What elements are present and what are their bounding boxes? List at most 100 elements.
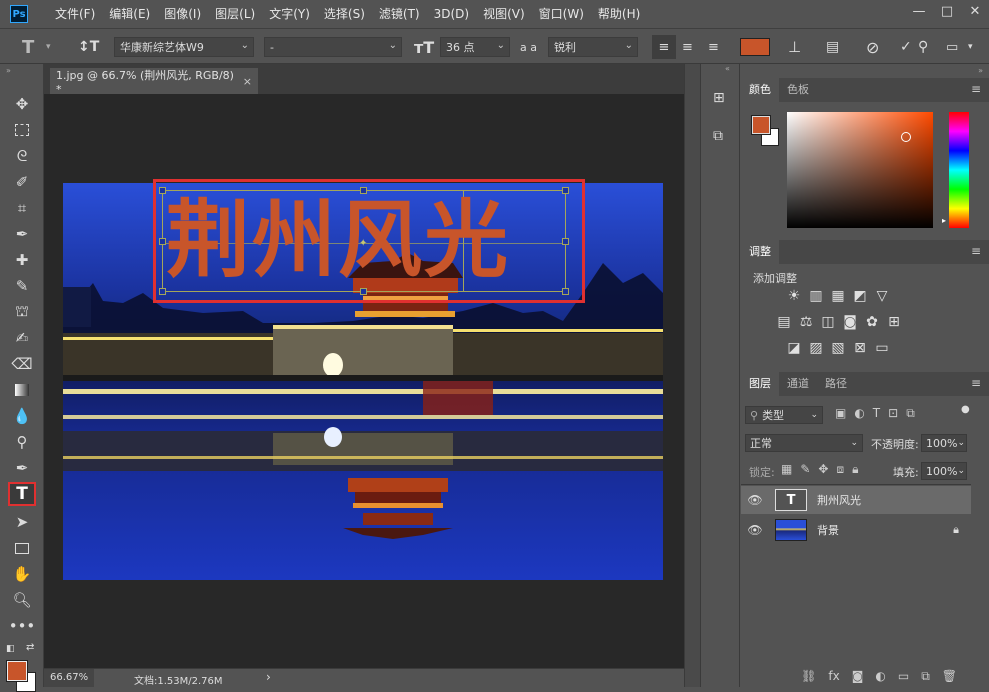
commit-edit-icon[interactable]: ✓ [900, 37, 912, 57]
menu-file[interactable]: 文件(F) [48, 0, 102, 28]
threshold-icon[interactable]: ▧ [827, 340, 849, 356]
align-left-icon[interactable]: ≡ [652, 35, 676, 59]
history-brush-tool-icon[interactable]: ✍ [8, 326, 36, 350]
new-group-icon[interactable]: ▭ [898, 669, 909, 683]
new-layer-icon[interactable]: ⧉ [921, 669, 930, 684]
layer-style-icon[interactable]: fx [828, 669, 839, 683]
blend-mode-select[interactable]: 正常 ⌄ [745, 434, 863, 452]
levels-icon[interactable]: ▥ [805, 288, 827, 304]
healing-brush-tool-icon[interactable]: ✚ [8, 248, 36, 272]
align-center-icon[interactable]: ≡ [682, 37, 693, 57]
layer-row-text[interactable]: 👁︎ T 荆州风光 [741, 486, 971, 514]
swap-colors-icon[interactable]: ⇄ [26, 642, 34, 653]
stamp-tool-icon[interactable]: ⛫ [8, 300, 36, 324]
collapse-panels-icon[interactable]: » [978, 66, 983, 75]
photo-filter-icon[interactable]: ◙ [839, 314, 861, 330]
link-layers-icon[interactable]: ⛓ [801, 669, 816, 683]
blur-tool-icon[interactable]: 💧 [8, 404, 36, 428]
menu-filter[interactable]: 滤镜(T) [372, 0, 427, 28]
collapse-strip-icon[interactable]: « [725, 64, 730, 73]
zoom-field[interactable]: 66.67% [44, 669, 94, 687]
eyedropper-tool-icon[interactable]: ✒ [8, 222, 36, 246]
cancel-edit-icon[interactable]: ⊘ [866, 37, 879, 57]
menu-select[interactable]: 选择(S) [317, 0, 372, 28]
document-info[interactable]: 文档:1.53M/2.76M [134, 672, 223, 687]
3d-panel-icon[interactable]: ⧉ [713, 128, 723, 144]
search-icon[interactable]: ⚲ [918, 37, 928, 57]
status-menu-icon[interactable]: › [266, 670, 271, 684]
menu-type[interactable]: 文字(Y) [262, 0, 317, 28]
layer-name[interactable]: 荆州风光 [817, 492, 861, 508]
canvas-scrollbar[interactable] [684, 64, 700, 687]
brush-tool-icon[interactable]: ✎ [8, 274, 36, 298]
align-right-icon[interactable]: ≡ [708, 37, 719, 57]
hue-slider-thumb[interactable]: ▸ [942, 216, 946, 225]
menu-3d[interactable]: 3D(D) [427, 0, 476, 28]
tab-swatches[interactable]: 色板 [779, 78, 817, 102]
menu-edit[interactable]: 编辑(E) [102, 0, 157, 28]
collapse-toolbox-icon[interactable]: » [6, 66, 11, 75]
add-mask-icon[interactable]: ◙ [852, 669, 864, 683]
panel-menu-icon[interactable]: ≡ [971, 244, 981, 258]
font-size-select[interactable]: 36 点 ⌄ [440, 37, 510, 57]
close-window-button[interactable]: ✕ [961, 0, 989, 22]
crop-tool-icon[interactable]: ⌗ [8, 196, 36, 220]
foreground-color-swatch[interactable] [6, 660, 28, 682]
color-field[interactable] [787, 112, 933, 228]
color-lookup-icon[interactable]: ⊞ [883, 314, 905, 330]
workspace-icon[interactable]: ▭ [946, 37, 958, 57]
document-tab[interactable]: 1.jpg @ 66.7% (荆州风光, RGB/8) * × [50, 68, 258, 96]
panel-menu-icon[interactable]: ≡ [971, 376, 981, 390]
layer-name[interactable]: 背景 [817, 522, 839, 538]
gradient-tool-icon[interactable] [8, 378, 36, 402]
menu-layer[interactable]: 图层(L) [208, 0, 262, 28]
panel-menu-icon[interactable]: ≡ [971, 82, 981, 96]
fill-field[interactable]: 100% ⌄ [921, 462, 967, 480]
quick-select-tool-icon[interactable]: ✐ [8, 170, 36, 194]
text-color-swatch[interactable] [740, 38, 770, 56]
brightness-icon[interactable]: ☀ [783, 288, 805, 304]
menu-image[interactable]: 图像(I) [157, 0, 208, 28]
hue-saturation-icon[interactable]: ▤ [773, 314, 795, 330]
tool-preset-type-icon[interactable]: T [22, 37, 34, 58]
preset-chevron-icon[interactable]: ▾ [46, 37, 51, 57]
dodge-tool-icon[interactable]: ⚲ [8, 430, 36, 454]
default-colors-icon[interactable]: ◧ [6, 644, 15, 654]
invert-icon[interactable]: ◪ [783, 340, 805, 356]
posterize-icon[interactable]: ▨ [805, 340, 827, 356]
move-tool-icon[interactable]: ✥ [8, 92, 36, 116]
workspace-chevron-icon[interactable]: ▾ [968, 37, 973, 57]
eraser-tool-icon[interactable]: ⌫ [8, 352, 36, 376]
warp-text-icon[interactable]: ⊥ [788, 37, 801, 57]
layer-filter-icons[interactable]: ▣◐T⊡⧉ [835, 406, 923, 421]
hand-tool-icon[interactable]: ✋ [8, 562, 36, 586]
layer-filter-select[interactable]: ⚲ 类型 ⌄ [745, 406, 823, 424]
visibility-eye-icon[interactable]: 👁︎ [745, 523, 765, 537]
tab-color[interactable]: 颜色 [741, 78, 779, 102]
adjustment-layer-icon[interactable]: ◐ [875, 669, 885, 683]
vibrance-icon[interactable]: ▽ [871, 288, 893, 304]
visibility-eye-icon[interactable]: 👁︎ [745, 493, 765, 507]
gradient-map-icon[interactable]: ▭ [871, 340, 893, 356]
tab-paths[interactable]: 路径 [817, 372, 855, 396]
filter-toggle-icon[interactable]: ● [961, 404, 970, 415]
opacity-field[interactable]: 100% ⌄ [921, 434, 967, 452]
font-family-select[interactable]: 华康新综艺体W9 ⌄ [114, 37, 254, 57]
color-balance-icon[interactable]: ⚖ [795, 314, 817, 330]
rectangle-tool-icon[interactable] [8, 536, 36, 560]
tab-adjustments[interactable]: 调整 [741, 240, 779, 264]
lasso-tool-icon[interactable]: ᘓ [8, 144, 36, 168]
properties-panel-icon[interactable]: ⊞ [713, 90, 725, 106]
zoom-tool-icon[interactable]: 🔍︎ [8, 588, 36, 612]
font-style-select[interactable]: - ⌄ [264, 37, 402, 57]
black-white-icon[interactable]: ◫ [817, 314, 839, 330]
layer-row-background[interactable]: 👁︎ 背景 🔒︎ [741, 516, 971, 544]
more-tools-icon[interactable]: ••• [8, 614, 36, 638]
channel-mixer-icon[interactable]: ✿ [861, 314, 883, 330]
minimize-button[interactable]: — [905, 0, 933, 22]
text-orientation-icon[interactable]: ↕T [78, 37, 99, 57]
character-panel-icon[interactable]: ▤ [826, 37, 839, 57]
pen-tool-icon[interactable]: ✒ [8, 456, 36, 480]
marquee-tool-icon[interactable] [8, 118, 36, 142]
color-picker-cursor[interactable] [901, 132, 911, 142]
